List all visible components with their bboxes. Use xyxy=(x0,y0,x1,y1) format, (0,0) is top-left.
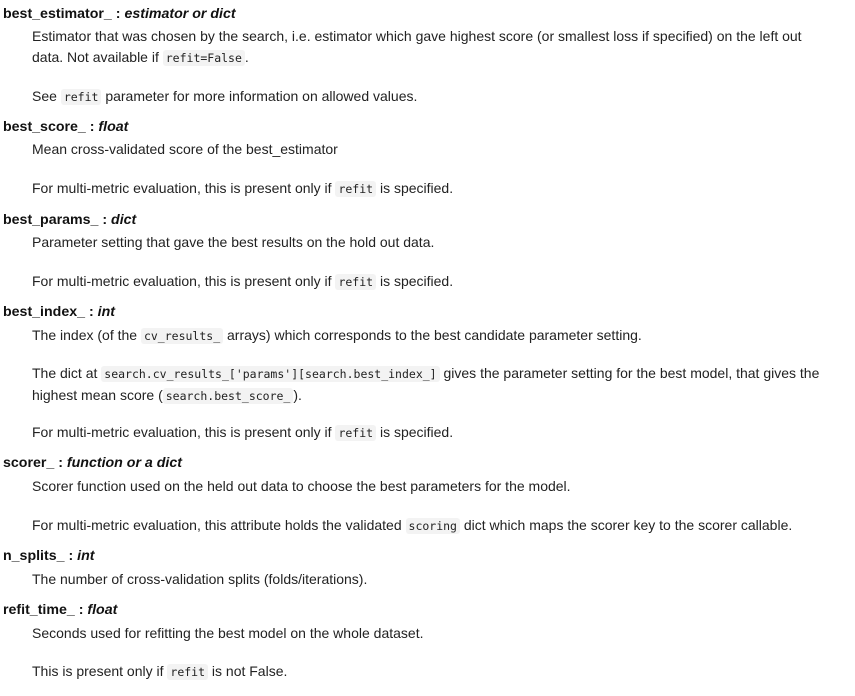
attribute-term: best_params_ : dict xyxy=(3,211,855,229)
attribute-best-score: best_score_ : float xyxy=(3,118,855,136)
code-literal: refit xyxy=(167,664,209,680)
description-text: dict which maps the scorer key to the sc… xyxy=(459,517,793,533)
attribute-description: See refit parameter for more information… xyxy=(32,86,832,108)
attribute-refit-time: refit_time_ : float xyxy=(3,601,855,619)
attribute-description: This is present only if refit is not Fal… xyxy=(32,661,832,683)
code-literal: refit xyxy=(60,89,102,105)
attribute-separator: : xyxy=(85,119,99,135)
attribute-description: For multi-metric evaluation, this is pre… xyxy=(32,271,832,293)
description-text: For multi-metric evaluation, this attrib… xyxy=(32,517,406,533)
description-text: The number of cross-validation splits (f… xyxy=(32,571,368,587)
attribute-name: best_params_ xyxy=(3,212,99,228)
description-text: . xyxy=(244,49,249,65)
attribute-name: refit_time_ xyxy=(3,602,75,618)
attribute-name: n_splits_ xyxy=(3,548,65,564)
attribute-type: function or a dict xyxy=(66,455,182,471)
attribute-type: estimator or dict xyxy=(124,6,236,22)
description-text: is not False. xyxy=(208,663,288,679)
description-text: Scorer function used on the held out dat… xyxy=(32,478,571,494)
code-literal: refit=False xyxy=(162,50,245,66)
attribute-separator: : xyxy=(111,6,125,22)
attribute-type: float xyxy=(98,119,129,135)
attribute-separator: : xyxy=(64,548,78,564)
attribute-description: For multi-metric evaluation, this is pre… xyxy=(32,422,832,444)
attribute-best-estimator: best_estimator_ : estimator or dict xyxy=(3,5,855,23)
description-text: is specified. xyxy=(376,424,454,440)
attribute-term: n_splits_ : int xyxy=(3,547,855,565)
code-literal: cv_results_ xyxy=(140,328,224,344)
code-literal: scoring xyxy=(405,518,460,534)
attribute-name: best_score_ xyxy=(3,119,86,135)
attribute-description: Parameter setting that gave the best res… xyxy=(32,232,832,253)
attribute-term: scorer_ : function or a dict xyxy=(3,454,855,472)
description-text: arrays) which corresponds to the best ca… xyxy=(223,327,642,343)
attribute-type: int xyxy=(77,548,95,564)
description-text: Seconds used for refitting the best mode… xyxy=(32,625,424,641)
attribute-separator: : xyxy=(54,455,67,471)
attribute-term: best_estimator_ : estimator or dict xyxy=(3,5,855,23)
attribute-description: The index (of the cv_results_ arrays) wh… xyxy=(32,325,832,347)
attribute-description: The dict at search.cv_results_['params']… xyxy=(32,363,832,407)
attribute-term: best_index_ : int xyxy=(3,303,855,321)
attributes-document: best_estimator_ : estimator or dict Esti… xyxy=(0,0,855,696)
attribute-description: Mean cross-validated score of the best_e… xyxy=(32,139,832,160)
attribute-term: refit_time_ : float xyxy=(3,601,855,619)
attribute-best-params: best_params_ : dict xyxy=(3,211,855,229)
attribute-name: best_estimator_ xyxy=(3,6,112,22)
description-text: The index (of the xyxy=(32,327,141,343)
attribute-description: Scorer function used on the held out dat… xyxy=(32,476,832,497)
attribute-name: scorer_ xyxy=(3,455,55,471)
attribute-type: int xyxy=(97,304,115,320)
description-text: This is present only if xyxy=(32,663,168,679)
description-text: The dict at xyxy=(32,365,102,381)
description-text: For multi-metric evaluation, this is pre… xyxy=(32,273,336,289)
attribute-description: The number of cross-validation splits (f… xyxy=(32,569,832,590)
description-text: Parameter setting that gave the best res… xyxy=(32,234,435,250)
code-literal: search.cv_results_['params'][search.best… xyxy=(101,366,440,382)
description-text: parameter for more information on allowe… xyxy=(101,88,418,104)
attribute-description: Seconds used for refitting the best mode… xyxy=(32,623,832,644)
description-text: See xyxy=(32,88,61,104)
attribute-separator: : xyxy=(98,212,112,228)
description-text: is specified. xyxy=(376,273,454,289)
description-text: For multi-metric evaluation, this is pre… xyxy=(32,424,336,440)
attribute-type: dict xyxy=(111,212,137,228)
code-literal: search.best_score_ xyxy=(162,388,294,404)
attribute-best-index: best_index_ : int xyxy=(3,303,855,321)
attribute-description: For multi-metric evaluation, this attrib… xyxy=(32,515,832,537)
attribute-description: For multi-metric evaluation, this is pre… xyxy=(32,178,832,200)
code-literal: refit xyxy=(335,425,377,441)
attribute-type: float xyxy=(87,602,118,618)
description-text: is specified. xyxy=(376,180,454,196)
description-text: Mean cross-validated score of the best_e… xyxy=(32,141,338,157)
description-text: For multi-metric evaluation, this is pre… xyxy=(32,180,336,196)
description-text: Estimator that was chosen by the search,… xyxy=(32,28,802,65)
attribute-name: best_index_ xyxy=(3,304,86,320)
attribute-scorer: scorer_ : function or a dict xyxy=(3,454,855,472)
attribute-separator: : xyxy=(74,602,88,618)
code-literal: refit xyxy=(335,181,377,197)
attribute-separator: : xyxy=(85,304,98,320)
description-text: ). xyxy=(293,387,302,403)
attribute-term: best_score_ : float xyxy=(3,118,855,136)
attribute-n-splits: n_splits_ : int xyxy=(3,547,855,565)
attribute-description: Estimator that was chosen by the search,… xyxy=(32,26,832,69)
code-literal: refit xyxy=(335,274,377,290)
